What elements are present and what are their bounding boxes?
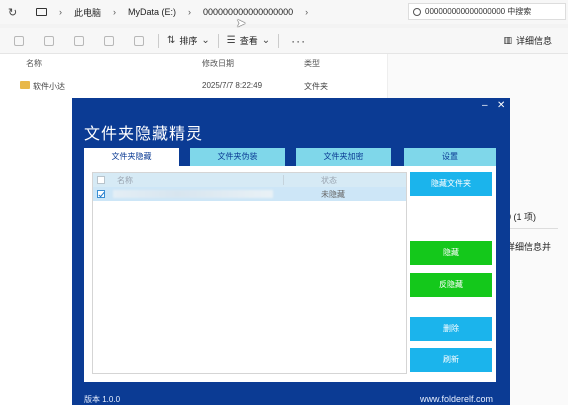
view-button[interactable]: ☰ 查看 ⌄	[227, 34, 270, 47]
hide-folder-button[interactable]: 隐藏文件夹	[410, 172, 492, 196]
column-divider	[283, 175, 284, 185]
view-icon: ☰	[226, 35, 236, 46]
app-title: 文件夹隐藏精灵	[84, 126, 204, 143]
file-list-header: 名称 修改日期 类型	[0, 54, 387, 70]
view-label: 查看	[239, 36, 258, 46]
toolbar-divider	[158, 33, 159, 48]
minimize-button[interactable]: –	[482, 100, 488, 111]
folder-icon	[20, 81, 30, 89]
cut-icon[interactable]	[14, 35, 24, 46]
explorer-toolbar: ⇅ 排序 ⌄ ☰ 查看 ⌄ ··· ▥ 详细信息	[0, 28, 568, 54]
sort-label: 排序	[179, 36, 198, 46]
details-icon: ▥	[503, 35, 512, 45]
refresh-button[interactable]: 刷新	[410, 348, 492, 372]
details-label: 详细信息	[515, 36, 552, 46]
search-icon	[413, 7, 421, 16]
details-pane-button[interactable]: ▥ 详细信息	[503, 34, 552, 47]
unhide-button[interactable]: 反隐藏	[410, 273, 492, 297]
mouse-cursor-icon: ➤	[236, 16, 247, 30]
select-all-checkbox[interactable]	[97, 176, 105, 184]
details-more: 详细信息并	[506, 242, 552, 252]
folder-table: 名称 状态 未隐藏	[92, 172, 407, 374]
tab-content: 名称 状态 未隐藏 隐藏文件夹 隐藏 反隐藏 删除 刷新	[84, 166, 496, 382]
column-header-name[interactable]: 名称	[117, 175, 133, 186]
close-button[interactable]: ✕	[497, 100, 505, 111]
copy-icon[interactable]	[44, 35, 54, 46]
toolbar-divider	[217, 33, 219, 48]
folder-hider-window: – ✕ 文件夹隐藏精灵 文件夹隐藏 文件夹伪装 文件夹加密 设置 名称 状态 未…	[72, 98, 510, 405]
file-name: 软件小达	[33, 82, 65, 91]
share-icon[interactable]	[104, 35, 114, 46]
column-header-modified[interactable]: 修改日期	[202, 58, 234, 69]
address-bar: ↻ › 此电脑 › MyData (E:) › 0000000000000000…	[0, 0, 568, 24]
breadcrumb-item-drive[interactable]: MyData (E:)	[128, 7, 176, 17]
selection-count: 0 (1 项)	[506, 212, 537, 222]
search-placeholder: 000000000000000000 中搜索	[425, 7, 532, 16]
chevron-down-icon: ⌄	[201, 35, 210, 46]
column-header-name[interactable]: 名称	[26, 58, 42, 69]
chevron-right-icon: ›	[59, 7, 62, 17]
breadcrumb-item-this-pc[interactable]: 此电脑	[74, 6, 101, 19]
column-header-type[interactable]: 类型	[304, 58, 320, 69]
search-input[interactable]: 000000000000000000 中搜索	[408, 3, 566, 20]
tab-folder-disguise[interactable]: 文件夹伪装	[190, 148, 285, 166]
tab-folder-hide[interactable]: 文件夹隐藏	[84, 148, 179, 166]
more-options-button[interactable]: ···	[291, 34, 306, 48]
breadcrumb-item-folder[interactable]: 000000000000000000	[203, 7, 293, 17]
sort-button[interactable]: ⇅ 排序 ⌄	[167, 34, 210, 47]
breadcrumb[interactable]: › 此电脑 › MyData (E:) › 000000000000000000…	[36, 3, 398, 21]
table-row[interactable]: 未隐藏	[93, 187, 406, 201]
column-header-status[interactable]: 状态	[321, 175, 337, 186]
version-label: 版本 1.0.0	[84, 395, 121, 404]
table-header: 名称 状态	[93, 173, 406, 187]
tab-settings[interactable]: 设置	[404, 148, 496, 166]
paste-icon[interactable]	[74, 35, 84, 46]
delete-icon[interactable]	[134, 35, 144, 46]
chevron-right-icon: ›	[113, 7, 117, 17]
file-modified: 2025/7/7 8:22:49	[202, 81, 263, 90]
chevron-down-icon: ⌄	[261, 35, 271, 46]
sort-icon: ⇅	[167, 35, 176, 46]
chevron-right-icon: ›	[188, 7, 192, 17]
hide-button[interactable]: 隐藏	[410, 241, 492, 265]
row-status: 未隐藏	[321, 190, 345, 199]
refresh-icon[interactable]: ↻	[8, 6, 24, 19]
delete-button[interactable]: 删除	[410, 317, 492, 341]
chevron-right-icon: ›	[305, 7, 309, 17]
file-row[interactable]: 软件小达 2025/7/7 8:22:49 文件夹	[0, 78, 387, 94]
toolbar-divider	[278, 33, 280, 48]
row-folder-path-blurred	[113, 190, 273, 198]
file-type: 文件夹	[304, 82, 328, 91]
computer-icon	[36, 8, 47, 16]
row-checkbox[interactable]	[97, 190, 105, 198]
website-link[interactable]: www.folderelf.com	[420, 394, 493, 404]
tab-folder-encrypt[interactable]: 文件夹加密	[296, 148, 391, 166]
